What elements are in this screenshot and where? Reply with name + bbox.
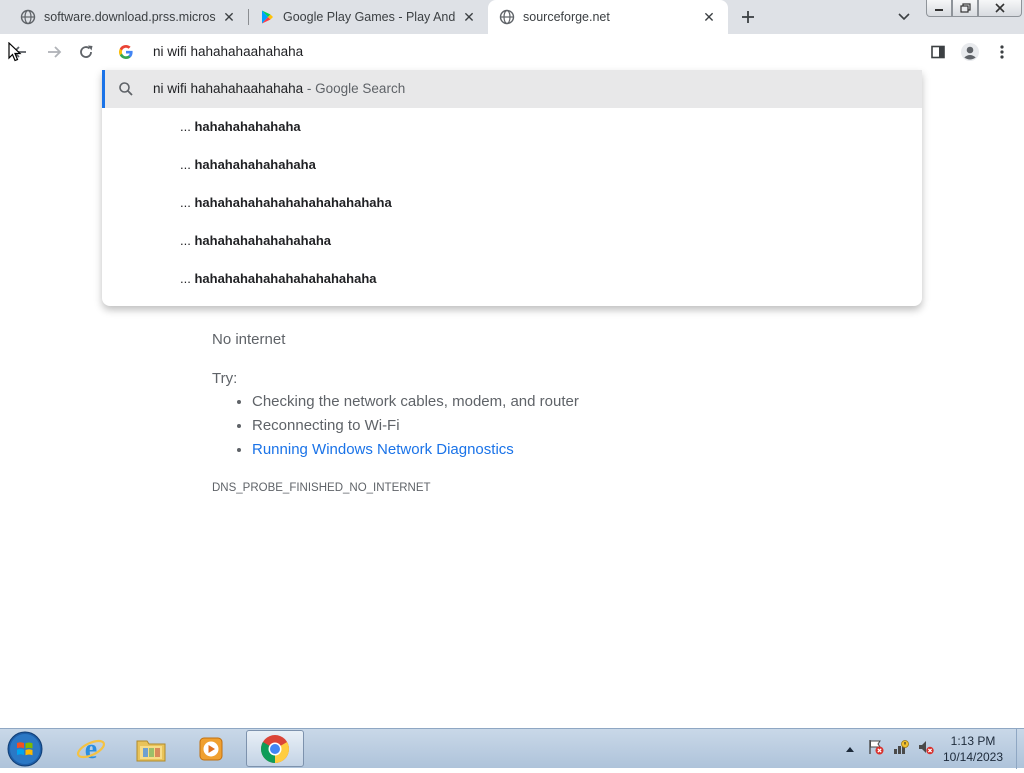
list-item: Running Windows Network Diagnostics xyxy=(252,438,579,462)
suggestion-separator: - xyxy=(303,81,316,96)
clock-date: 10/14/2023 xyxy=(942,750,1004,764)
address-bar[interactable]: ni wifi hahahahaahahaha xyxy=(102,34,922,70)
error-code: DNS_PROBE_FINISHED_NO_INTERNET xyxy=(212,482,431,494)
taskbar-media-player[interactable] xyxy=(182,730,240,767)
menu-button[interactable] xyxy=(990,40,1014,64)
network-diagnostics-link[interactable]: Running Windows Network Diagnostics xyxy=(252,441,514,458)
plus-icon xyxy=(742,11,754,23)
suggestion-text: ... hahahahahahahahahahahaha xyxy=(180,271,377,286)
list-item: Reconnecting to Wi-Fi xyxy=(252,414,579,438)
arrow-right-icon xyxy=(48,46,62,58)
reload-icon xyxy=(80,45,93,58)
suggestion-text: ... hahahahahahahahahahahahaha xyxy=(180,195,392,210)
address-input[interactable]: ni wifi hahahahaahahaha xyxy=(153,44,303,59)
side-panel-icon xyxy=(931,45,945,59)
suggestion-text: ni wifi hahahahaahahaha - Google Search xyxy=(153,81,405,96)
suggestion-text: ... hahahahahahaha xyxy=(180,119,301,134)
suggestion-provider: Google Search xyxy=(315,81,406,96)
chevron-up-icon xyxy=(846,747,854,752)
suggestion-item[interactable]: ... hahahahahahahahahahahahaha xyxy=(102,184,922,222)
suggestion-text: ... hahahahahahahahaha xyxy=(180,233,331,248)
profile-button[interactable] xyxy=(958,40,982,64)
tab-close-icon[interactable]: ✕ xyxy=(220,8,238,26)
suggestion-item[interactable]: ... hahahahahahahahahahahaha xyxy=(102,260,922,298)
suggestion-item[interactable]: ... hahahahahahahahaha xyxy=(102,222,922,260)
list-item: Checking the network cables, modem, and … xyxy=(252,390,579,414)
taskbar-file-explorer[interactable] xyxy=(122,730,180,767)
internet-explorer-icon: e xyxy=(76,734,106,765)
chevron-down-icon xyxy=(898,13,910,21)
suggestion-item[interactable]: ... hahahahahahaha xyxy=(102,108,922,146)
reload-button[interactable] xyxy=(74,40,98,64)
selection-indicator xyxy=(102,70,105,108)
suggestion-completion: hahahahahahaha xyxy=(194,119,301,134)
new-tab-button[interactable] xyxy=(736,5,760,29)
suggestion-completion: hahahahahahahahaha xyxy=(194,233,331,248)
suggestion-completion: hahahahahahahahahahahahaha xyxy=(194,195,392,210)
clock-time: 1:13 PM xyxy=(950,734,996,748)
suggestion-prefix: ... xyxy=(180,119,195,134)
media-player-icon xyxy=(199,737,223,760)
chrome-icon xyxy=(261,734,289,763)
minimize-icon xyxy=(935,9,943,11)
windows-taskbar: e 1:13 PM 10/14/2023 xyxy=(0,728,1024,769)
tab-google-play-games[interactable]: Google Play Games - Play Android ✕ xyxy=(248,0,488,34)
svg-text:e: e xyxy=(85,734,97,765)
google-play-icon xyxy=(259,9,275,25)
suggestion-list: Checking the network cables, modem, and … xyxy=(212,390,579,462)
taskbar-chrome[interactable] xyxy=(246,730,304,767)
google-g-icon xyxy=(118,44,134,60)
file-explorer-icon xyxy=(136,740,166,761)
tab-close-icon[interactable]: ✕ xyxy=(700,8,718,26)
tab-title: sourceforge.net xyxy=(523,10,610,24)
suggestion-item[interactable]: ... hahahahahahahaha xyxy=(102,146,922,184)
error-title: No internet xyxy=(212,331,286,348)
tab-strip: software.download.prss.microsoft ✕ Googl… xyxy=(0,0,1024,34)
close-window-button[interactable] xyxy=(978,0,1022,17)
show-hidden-icons-button[interactable] xyxy=(842,745,858,753)
taskbar-clock[interactable]: 1:13 PM 10/14/2023 xyxy=(930,733,1016,765)
tab-title: Google Play Games - Play Android xyxy=(283,10,456,24)
taskbar-internet-explorer[interactable]: e xyxy=(62,730,120,767)
globe-icon xyxy=(20,9,36,25)
avatar-icon xyxy=(961,43,979,61)
minimize-button[interactable] xyxy=(926,0,952,17)
network-icon[interactable] xyxy=(893,739,909,760)
forward-button[interactable] xyxy=(42,40,66,64)
tab-microsoft-download[interactable]: software.download.prss.microsoft ✕ xyxy=(0,0,248,34)
window-controls xyxy=(926,0,1024,18)
globe-icon xyxy=(499,9,515,25)
suggestion-completion: hahahahahahahahahahahaha xyxy=(194,271,377,286)
action-center-icon[interactable] xyxy=(868,739,884,760)
suggestion-prefix: ... xyxy=(180,195,195,210)
suggestion-completion: hahahahahahahaha xyxy=(194,157,316,172)
tab-sourceforge[interactable]: sourceforge.net ✕ xyxy=(488,0,728,34)
tab-close-icon[interactable]: ✕ xyxy=(460,8,478,26)
restore-icon xyxy=(959,3,971,13)
kebab-menu-icon xyxy=(1000,45,1004,59)
show-desktop-button[interactable] xyxy=(1016,729,1024,769)
close-icon xyxy=(995,3,1005,13)
suggestion-prefix: ... xyxy=(180,157,195,172)
suggestion-prefix: ... xyxy=(180,233,195,248)
suggestion-text: ... hahahahahahahaha xyxy=(180,157,316,172)
suggestion-prefix: ... xyxy=(180,271,195,286)
side-panel-button[interactable] xyxy=(926,40,950,64)
restore-button[interactable] xyxy=(952,0,978,17)
windows-logo-icon xyxy=(7,731,43,767)
omnibox-suggestions: ni wifi hahahahaahahaha - Google Search … xyxy=(102,70,922,306)
tab-title: software.download.prss.microsoft xyxy=(44,10,216,24)
tab-search-button[interactable] xyxy=(894,7,914,27)
mouse-cursor-icon xyxy=(8,41,22,67)
suggestion-query: ni wifi hahahahaahahaha xyxy=(153,81,304,96)
suggestion-search-google[interactable]: ni wifi hahahahaahahaha - Google Search xyxy=(102,70,922,108)
system-tray xyxy=(842,729,934,769)
try-label: Try: xyxy=(212,370,238,387)
search-icon xyxy=(118,81,134,97)
start-button[interactable] xyxy=(6,730,44,768)
